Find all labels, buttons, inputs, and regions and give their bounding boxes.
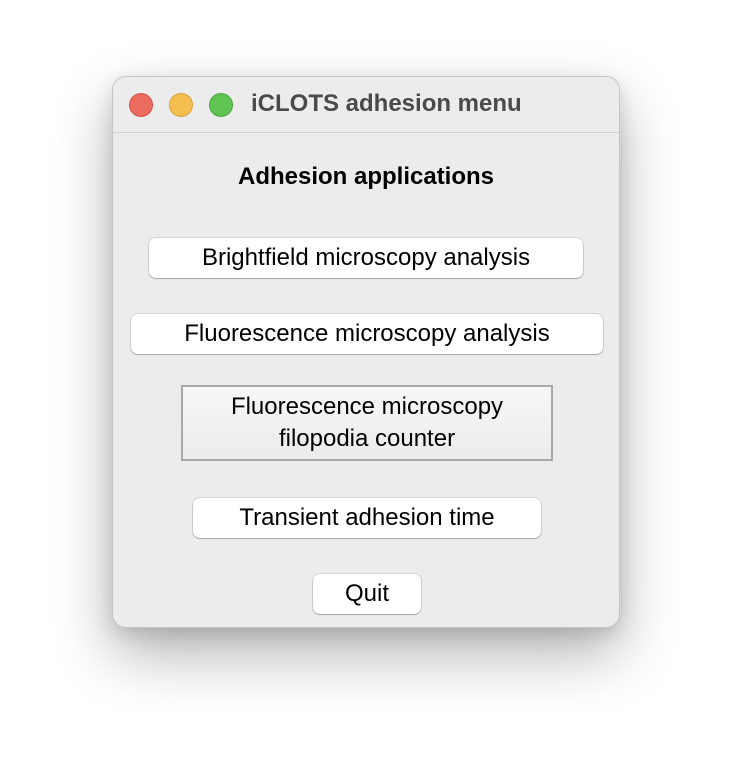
window-title: iCLOTS adhesion menu	[251, 90, 522, 117]
zoom-window-icon[interactable]	[209, 93, 233, 117]
app-window: iCLOTS adhesion menu Adhesion applicatio…	[112, 76, 620, 628]
brightfield-analysis-button[interactable]: Brightfield microscopy analysis	[149, 238, 583, 278]
filopodia-button-line-2: filopodia counter	[278, 425, 456, 452]
transient-adhesion-button[interactable]: Transient adhesion time	[193, 498, 541, 538]
close-window-icon[interactable]	[129, 93, 153, 117]
minimize-window-icon[interactable]	[169, 93, 193, 117]
filopodia-counter-button[interactable]: Fluorescence microscopy filopodia counte…	[181, 385, 553, 461]
quit-button[interactable]: Quit	[313, 574, 421, 614]
section-heading: Adhesion applications	[237, 163, 495, 190]
title-bar[interactable]: iCLOTS adhesion menu	[113, 77, 619, 133]
filopodia-button-line-1: Fluorescence microscopy	[230, 393, 504, 420]
fluorescence-analysis-button[interactable]: Fluorescence microscopy analysis	[131, 314, 603, 354]
